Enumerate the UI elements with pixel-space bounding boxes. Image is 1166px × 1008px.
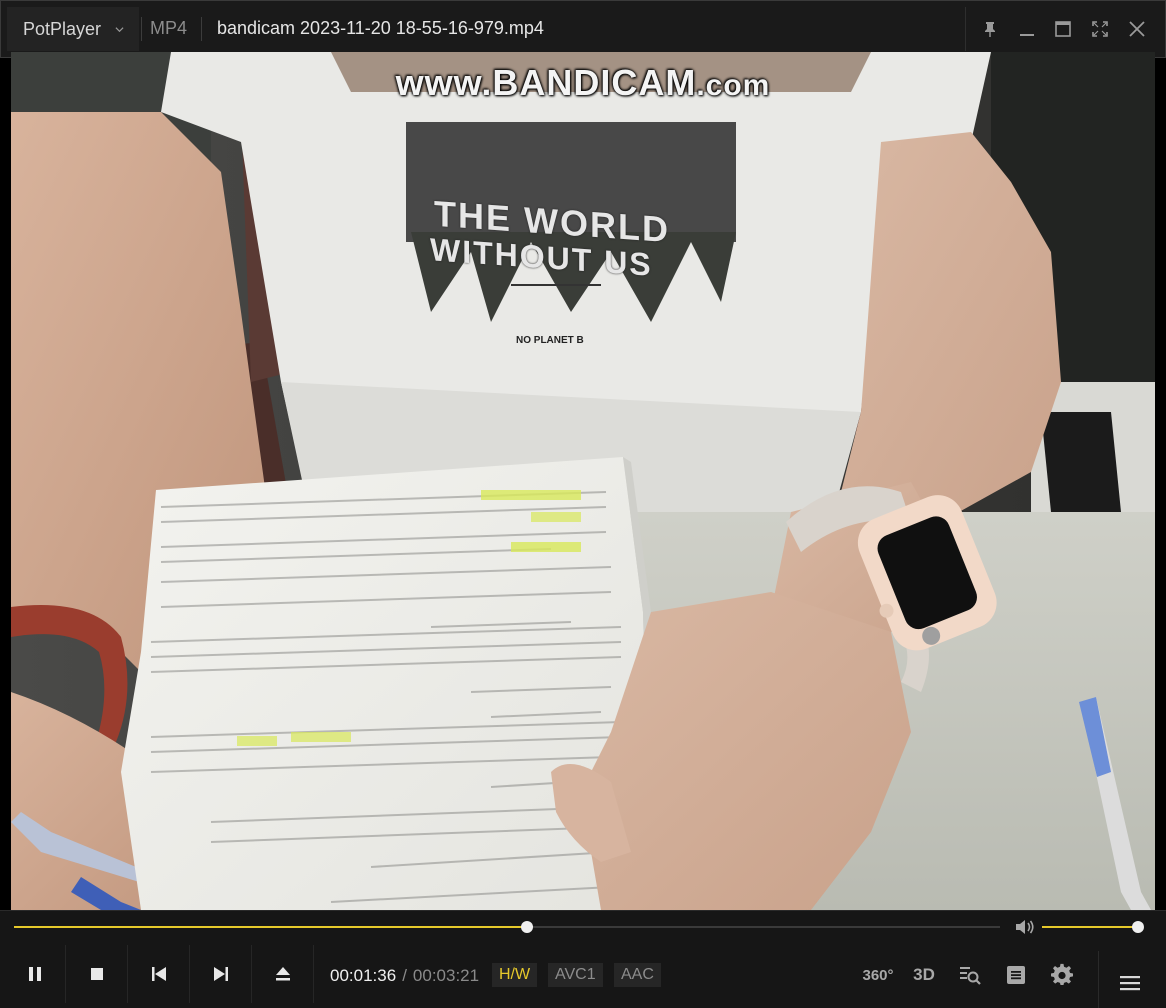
search-playlist-button[interactable] <box>952 957 988 993</box>
eject-icon <box>275 967 290 981</box>
stop-icon <box>90 968 103 980</box>
fullscreen-icon <box>1092 21 1108 37</box>
previous-icon <box>151 967 166 981</box>
chevron-down-icon <box>115 26 124 32</box>
previous-button[interactable] <box>128 945 190 1003</box>
video-scene <box>11 52 1155 910</box>
settings-button[interactable] <box>1044 957 1080 993</box>
next-icon <box>213 967 228 981</box>
maximize-button[interactable] <box>1049 15 1077 43</box>
maximize-icon <box>1055 21 1072 37</box>
transport-buttons <box>4 945 314 1003</box>
time-separator: / <box>402 966 407 985</box>
volume-thumb[interactable] <box>1132 921 1144 933</box>
playlist-icon <box>1007 966 1025 984</box>
title-separator <box>201 17 202 41</box>
total-time: 00:03:21 <box>412 966 480 985</box>
playlist-button[interactable] <box>998 957 1034 993</box>
pause-button[interactable] <box>4 945 66 1003</box>
watermark-main: www.BANDICAM <box>395 62 697 103</box>
minimize-button[interactable] <box>1013 15 1041 43</box>
hw-decode-tag[interactable]: H/W <box>492 963 538 987</box>
close-icon <box>1129 21 1145 37</box>
seek-thumb[interactable] <box>520 921 533 933</box>
time-display: 00:01:36 / 00:03:21 <box>330 966 479 986</box>
pause-icon <box>28 967 41 981</box>
vr-360-button[interactable]: 360° <box>860 957 896 993</box>
playback-controls: 00:01:36 / 00:03:21 H/W AVC1 AAC 360° 3D <box>0 910 1166 1008</box>
pin-button[interactable] <box>976 15 1004 43</box>
eject-button[interactable] <box>252 945 314 1003</box>
shirt-tag-text: NO PLANET B <box>516 335 584 346</box>
file-title: bandicam 2023-11-20 18-55-16-979.mp4 <box>217 18 544 38</box>
file-format-label: MP4 <box>150 18 188 38</box>
current-time: 00:01:36 <box>330 966 397 985</box>
app-menu-button[interactable]: PotPlayer <box>7 7 139 51</box>
video-frame[interactable]: www.BANDICAM.com THE WORLD WITHOUT US NO… <box>11 52 1155 910</box>
seek-progress <box>14 926 527 928</box>
stereo-3d-button[interactable]: 3D <box>906 957 942 993</box>
title-bar: PotPlayer MP4 bandicam 2023-11-20 18-55-… <box>0 0 1166 58</box>
volume-icon[interactable] <box>1014 917 1036 937</box>
pin-icon <box>985 22 996 37</box>
seek-bar[interactable] <box>14 921 1000 933</box>
gear-icon <box>1051 963 1073 986</box>
hamburger-menu-icon <box>1120 976 1140 991</box>
list-search-icon <box>960 967 981 985</box>
vr-360-label: 360° <box>862 966 894 984</box>
volume-level <box>1042 926 1138 928</box>
title-separator <box>141 17 142 41</box>
video-codec-tag[interactable]: AVC1 <box>548 963 603 987</box>
audio-codec-tag[interactable]: AAC <box>614 963 661 987</box>
fullscreen-button[interactable] <box>1086 15 1114 43</box>
next-button[interactable] <box>190 945 252 1003</box>
window-controls <box>965 7 1161 51</box>
close-button[interactable] <box>1123 15 1151 43</box>
watermark-suffix: .com <box>696 69 771 102</box>
app-name: PotPlayer <box>23 18 102 39</box>
volume-slider[interactable] <box>1042 921 1144 933</box>
bandicam-watermark: www.BANDICAM.com <box>363 62 803 104</box>
main-menu-button[interactable] <box>1112 965 1148 1001</box>
stop-button[interactable] <box>66 945 128 1003</box>
stereo-3d-label: 3D <box>913 965 935 984</box>
extra-controls: 360° 3D <box>860 957 1080 993</box>
minimize-icon <box>1019 34 1034 36</box>
shirt-print: THE WORLD WITHOUT US NO PLANET B <box>416 187 736 387</box>
menu-separator <box>1098 951 1099 1008</box>
